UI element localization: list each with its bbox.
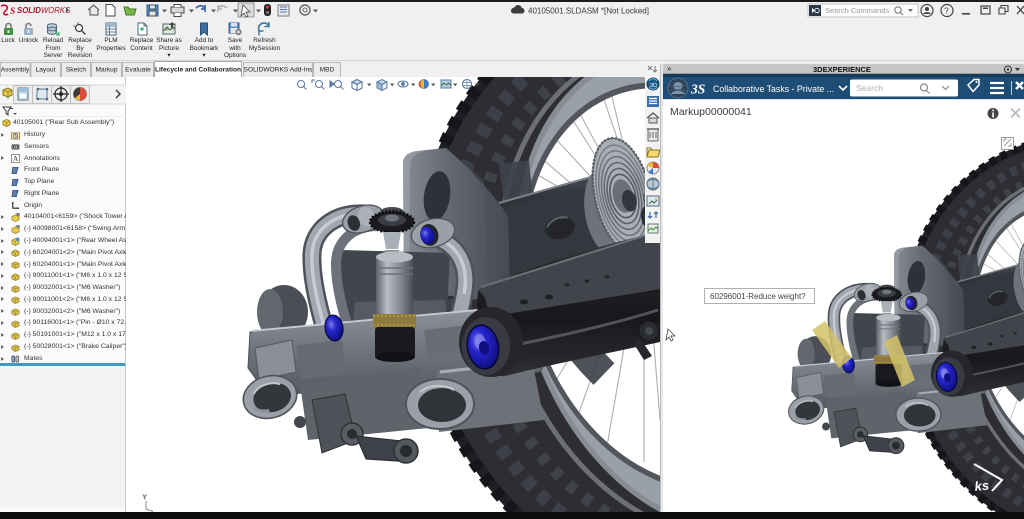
svg-text:Collaborative Tasks - Private: Collaborative Tasks - Private ...: [713, 84, 834, 94]
svg-text:SOLIDWORKS Add-Ins: SOLIDWORKS Add-Ins: [244, 67, 314, 74]
svg-text:40105001.SLDASM *[Not Locked]: 40105001.SLDASM *[Not Locked]: [528, 7, 649, 16]
svg-text:MBD: MBD: [320, 67, 335, 74]
svg-text:Search: Search: [856, 83, 883, 93]
svg-text:60296001-Reduce weight?: 60296001-Reduce weight?: [710, 292, 806, 301]
svg-text:Search Commands: Search Commands: [825, 6, 889, 15]
svg-text:SOLIDWORKS: SOLIDWORKS: [17, 6, 71, 15]
svg-text:Markup: Markup: [96, 67, 118, 74]
svg-text:ks: ks: [974, 478, 990, 494]
svg-text:Sketch: Sketch: [66, 67, 86, 74]
svg-text:Assembly: Assembly: [1, 67, 30, 74]
svg-text:Y: Y: [143, 495, 147, 501]
svg-text:?: ?: [944, 6, 949, 16]
svg-text:S: S: [10, 7, 15, 17]
svg-text:Layout: Layout: [36, 67, 56, 74]
svg-text:3D: 3D: [650, 83, 657, 89]
svg-text:Evaluate: Evaluate: [125, 67, 151, 74]
svg-text:3S: 3S: [690, 82, 705, 97]
svg-text:Lifecycle and Collaboration: Lifecycle and Collaboration: [155, 67, 241, 74]
svg-text:A: A: [13, 155, 19, 163]
